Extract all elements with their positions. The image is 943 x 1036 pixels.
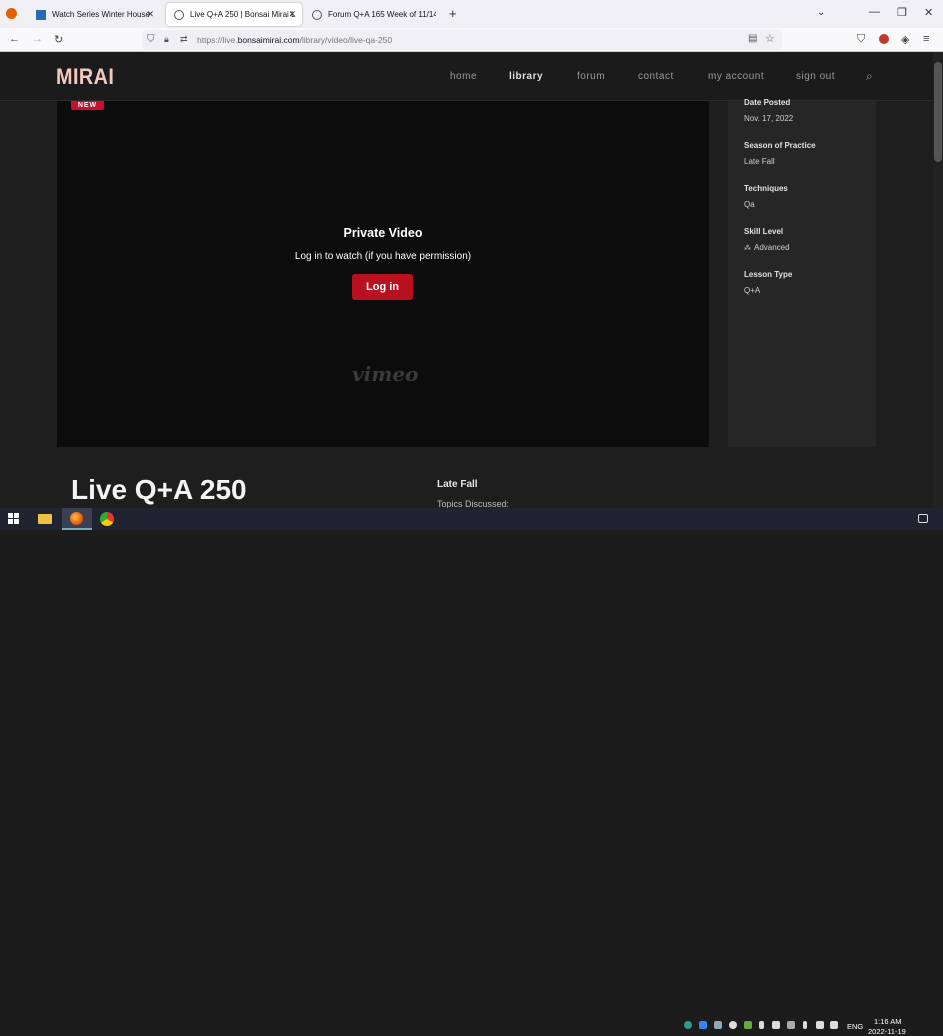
language-indicator[interactable]: ENG <box>847 1022 863 1031</box>
cloud-icon[interactable] <box>729 1021 737 1029</box>
windows-taskbar: ENG 1:16 AM 2022-11-19 <box>0 508 943 1036</box>
url-path: /library/video/live-qa-250 <box>299 35 393 45</box>
tray-app-icon[interactable] <box>684 1021 692 1029</box>
minimize-icon[interactable]: — <box>869 6 880 18</box>
new-tab-icon[interactable]: + <box>449 6 457 21</box>
nav-home[interactable]: home <box>450 71 477 82</box>
notification-icon[interactable] <box>918 514 928 523</box>
nav-contact[interactable]: contact <box>638 71 674 82</box>
nav-my-account[interactable]: my account <box>708 71 764 82</box>
shield-tray-icon[interactable] <box>772 1021 780 1029</box>
tab-watch-series[interactable]: Watch Series Winter House Sea ✕ <box>28 3 160 26</box>
season-heading: Late Fall <box>437 479 478 490</box>
permissions-icon[interactable]: ⇄ <box>180 34 188 45</box>
forward-icon[interactable]: → <box>32 33 43 45</box>
date-posted-label: Date Posted <box>744 98 791 107</box>
windows-start-icon[interactable] <box>8 513 19 524</box>
search-icon[interactable]: ⌕ <box>866 69 873 84</box>
techniques-value[interactable]: Qa <box>744 200 755 209</box>
clock-time[interactable]: 1:16 AM <box>874 1017 902 1026</box>
nav-forum[interactable]: forum <box>577 71 605 82</box>
chrome-app-icon[interactable] <box>100 512 114 526</box>
tab-title: Watch Series Winter House Sea <box>52 10 152 19</box>
website-content: MIRAI home library forum contact my acco… <box>0 52 933 508</box>
firefox-taskbar-icon[interactable] <box>62 508 92 530</box>
season-label: Season of Practice <box>744 141 816 150</box>
tab-title: Live Q+A 250 | Bonsai Mirai Live <box>190 10 296 19</box>
skill-level-icon: ⁂ <box>744 245 751 252</box>
techniques-label: Techniques <box>744 184 788 193</box>
tray-app-icon[interactable] <box>699 1021 707 1029</box>
bookmark-star-icon[interactable]: ☆ <box>765 32 775 45</box>
list-tabs-icon[interactable]: ⌄ <box>817 7 825 18</box>
url-domain: bonsaimirai.com <box>237 35 300 45</box>
network-icon[interactable] <box>816 1021 824 1029</box>
tab-live-qa[interactable]: Live Q+A 250 | Bonsai Mirai Live ✕ <box>166 3 302 26</box>
url-prefix: https://live. <box>197 35 238 45</box>
clock-date[interactable]: 2022-11-19 <box>868 1027 906 1036</box>
tray-app-icon[interactable] <box>714 1021 722 1029</box>
lesson-type-value[interactable]: Q+A <box>744 286 760 295</box>
scrollbar-thumb[interactable] <box>934 62 942 162</box>
tab-favicon-icon <box>36 9 46 20</box>
nav-sign-out[interactable]: sign out <box>796 71 835 82</box>
tray-app-icon[interactable] <box>744 1021 752 1029</box>
reader-view-icon[interactable]: ▤ <box>748 33 757 44</box>
mirai-logo[interactable]: MIRAI <box>56 64 114 90</box>
extension-shield-icon[interactable]: ◈ <box>901 33 909 46</box>
restore-icon[interactable]: ❐ <box>897 6 907 19</box>
file-explorer-icon[interactable] <box>38 514 52 524</box>
menu-icon[interactable]: ≡ <box>923 33 929 45</box>
date-posted-value: Nov. 17, 2022 <box>744 114 794 123</box>
tab-loading-icon <box>312 9 322 20</box>
tab-title: Forum Q+A 165 Week of 11/14 <box>328 10 436 19</box>
tab-bar: Watch Series Winter House Sea ✕ Live Q+A… <box>0 0 943 28</box>
private-video-message: Log in to watch (if you have permission) <box>294 251 472 262</box>
nav-library[interactable]: library <box>509 71 543 82</box>
tab-loading-icon <box>174 9 184 20</box>
vimeo-logo: vimeo <box>352 362 419 386</box>
lock-icon[interactable]: 🔒︎ <box>164 34 169 45</box>
site-header: MIRAI home library forum contact my acco… <box>0 52 933 101</box>
topics-heading: Topics Discussed: <box>437 499 510 508</box>
account-avatar-icon[interactable] <box>879 34 889 44</box>
url-text[interactable]: https://live.bonsaimirai.com/library/vid… <box>197 35 392 45</box>
navigation-bar: ← → ↻ ⛉ 🔒︎ ⇄ https://live.bonsaimirai.co… <box>0 28 943 52</box>
season-value[interactable]: Late Fall <box>744 157 775 166</box>
skill-level-value[interactable]: ⁂ Advanced <box>744 243 790 252</box>
skill-level-label: Skill Level <box>744 227 784 236</box>
tray-app-icon[interactable] <box>787 1021 795 1029</box>
back-icon[interactable]: ← <box>9 33 20 45</box>
volume-icon[interactable] <box>830 1021 838 1029</box>
firefox-view-icon[interactable] <box>6 8 17 19</box>
close-window-icon[interactable]: ✕ <box>924 6 933 19</box>
reload-icon[interactable]: ↻ <box>54 33 63 46</box>
lesson-type-label: Lesson Type <box>744 270 793 279</box>
close-tab-icon[interactable]: ✕ <box>146 9 154 20</box>
tab-forum-qa[interactable]: Forum Q+A 165 Week of 11/14 <box>304 3 440 26</box>
page-title: Live Q+A 250 <box>71 474 247 505</box>
pocket-icon[interactable]: ⛉ <box>857 33 865 46</box>
url-bar[interactable]: ⛉ 🔒︎ ⇄ https://live.bonsaimirai.com/libr… <box>142 30 782 50</box>
battery-icon[interactable] <box>759 1021 764 1029</box>
skill-level-text: Advanced <box>754 243 790 252</box>
private-video-title: Private Video <box>343 226 423 240</box>
login-button[interactable]: Log in <box>352 274 413 300</box>
shield-icon[interactable]: ⛉ <box>147 34 155 45</box>
new-badge: NEW <box>71 101 104 110</box>
close-tab-icon[interactable]: ✕ <box>288 9 296 20</box>
microphone-icon[interactable] <box>803 1021 807 1029</box>
